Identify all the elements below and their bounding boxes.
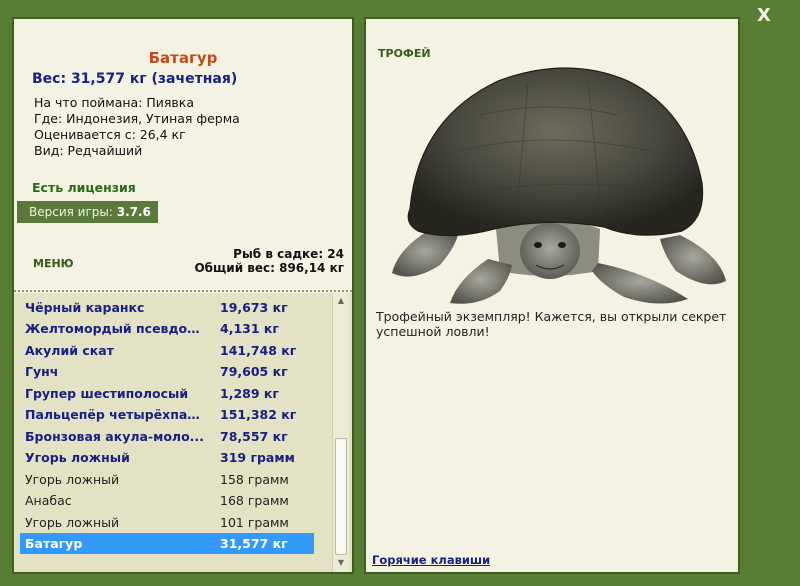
list-item-weight: 158 грамм xyxy=(220,472,289,487)
hotkeys-link[interactable]: Горячие клавиши xyxy=(372,553,490,567)
head xyxy=(520,223,580,279)
trophy-panel: ТРОФЕЙ Трофейный экземпляр! Кажется, вы … xyxy=(364,17,740,574)
close-icon[interactable]: X xyxy=(757,5,771,26)
front-right-leg xyxy=(592,263,688,304)
list-item-name: Пальцепёр четырёхпал... xyxy=(25,407,205,422)
list-item-name: Бронзовая акула-моло... xyxy=(25,429,204,444)
caught-with: На что поймана: Пиявка xyxy=(34,95,194,110)
list-item-name: Угорь ложный xyxy=(25,515,120,530)
list-item-name: Желтомордый псевдоба... xyxy=(25,321,205,336)
divider xyxy=(14,290,352,292)
scroll-thumb[interactable] xyxy=(335,438,347,555)
trophy-description: Трофейный экземпляр! Кажется, вы открыли… xyxy=(376,309,727,339)
turtle-image xyxy=(392,67,726,304)
fish-details: Батагур Вес: 31,577 кг (зачетная) На что… xyxy=(14,19,352,291)
list-item-name: Акулий скат xyxy=(25,343,114,358)
list-item-weight: 4,131 кг xyxy=(220,321,279,336)
version-label: Версия игры: xyxy=(29,205,113,219)
list-item[interactable]: Чёрный каранкс 19,673 кг xyxy=(20,297,314,318)
list-item-name: Угорь ложный xyxy=(25,472,120,487)
rarity: Вид: Редчайший xyxy=(34,143,143,158)
catch-list[interactable]: Чёрный каранкс 19,673 кг Желтомордый псе… xyxy=(14,293,352,572)
list-item-weight: 168 грамм xyxy=(220,493,289,508)
list-item[interactable]: Анабас 168 грамм xyxy=(20,490,314,511)
shell xyxy=(407,67,704,237)
left-leg xyxy=(392,231,458,277)
right-leg xyxy=(660,235,726,285)
list-item-name: Анабас xyxy=(25,493,72,508)
list-item[interactable]: Гунч 79,605 кг xyxy=(20,361,314,382)
front-left-leg xyxy=(450,259,512,304)
fish-name: Батагур xyxy=(148,49,218,67)
list-item-name: Чёрный каранкс xyxy=(25,300,145,315)
total-weight: Общий вес: 896,14 кг xyxy=(194,261,344,275)
list-item[interactable]: Желтомордый псевдоба... 4,131 кг xyxy=(20,318,314,339)
list-item-weight: 31,577 кг xyxy=(220,536,288,551)
fish-weight: Вес: 31,577 кг (зачетная) xyxy=(32,71,238,87)
list-item-name: Гунч xyxy=(25,364,59,379)
list-item[interactable]: Угорь ложный 101 грамм xyxy=(20,512,314,533)
list-item[interactable]: Бронзовая акула-моло... 78,557 кг xyxy=(20,426,314,447)
catch-list-scrollbar[interactable]: ▲ ▼ xyxy=(332,293,349,572)
list-item[interactable]: Угорь ложный 319 грамм xyxy=(20,447,314,468)
list-item-name: Батагур xyxy=(25,536,83,551)
list-item-name: Групер шестиполосый xyxy=(25,386,189,401)
license-status: Есть лицензия xyxy=(32,180,136,195)
version-badge: Версия игры: 3.7.6 xyxy=(17,201,158,223)
list-item[interactable]: Акулий скат 141,748 кг xyxy=(20,340,314,361)
version-value: 3.7.6 xyxy=(116,205,151,219)
list-item-weight: 78,557 кг xyxy=(220,429,288,444)
menu-button[interactable]: МЕНЮ xyxy=(33,257,74,270)
list-item[interactable]: Групер шестиполосый 1,289 кг xyxy=(20,383,314,404)
scroll-up-icon[interactable]: ▲ xyxy=(335,295,347,307)
caught-where: Где: Индонезия, Утиная ферма xyxy=(34,111,240,126)
rated-from: Оценивается с: 26,4 кг xyxy=(34,127,186,142)
scroll-down-icon[interactable]: ▼ xyxy=(335,557,347,569)
list-item[interactable]: Пальцепёр четырёхпал... 151,382 кг xyxy=(20,404,314,425)
list-item-weight: 319 грамм xyxy=(220,450,295,465)
close-button[interactable]: X xyxy=(752,4,776,28)
list-item-weight: 151,382 кг xyxy=(220,407,297,422)
list-item-name: Угорь ложный xyxy=(25,450,130,465)
list-item-weight: 101 грамм xyxy=(220,515,289,530)
list-item-weight: 19,673 кг xyxy=(220,300,288,315)
keepnet-stats: Рыб в садке: 24 Общий вес: 896,14 кг xyxy=(194,247,344,275)
list-item-weight: 79,605 кг xyxy=(220,364,288,379)
fish-info-panel: Батагур Вес: 31,577 кг (зачетная) На что… xyxy=(12,17,354,574)
list-item-weight: 141,748 кг xyxy=(220,343,297,358)
fish-count: Рыб в садке: 24 xyxy=(233,247,344,261)
list-item-weight: 1,289 кг xyxy=(220,386,279,401)
list-item-selected[interactable]: Батагур 31,577 кг xyxy=(20,533,314,554)
list-item[interactable]: Угорь ложный 158 грамм xyxy=(20,469,314,490)
